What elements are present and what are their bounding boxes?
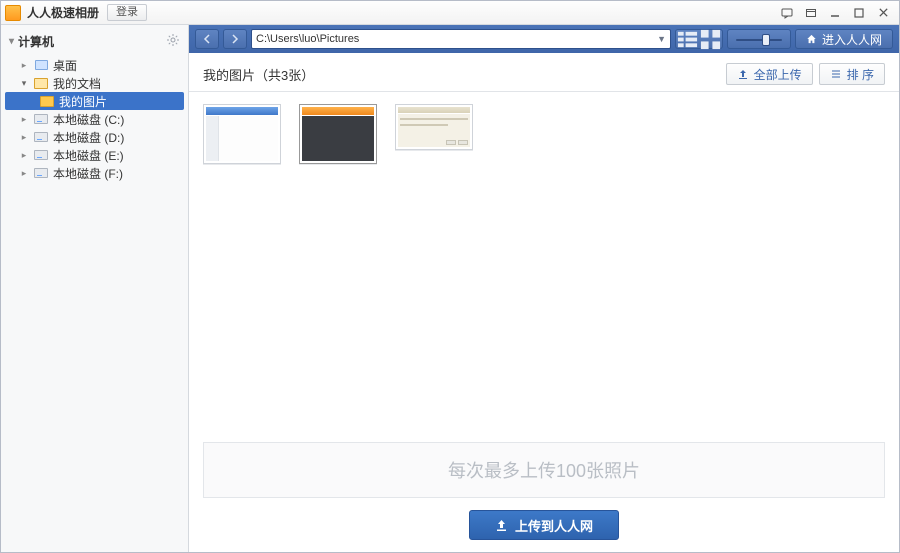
sidebar-item-drive-f[interactable]: ▸ 本地磁盘 (F:)	[1, 164, 188, 182]
sidebar-item-documents[interactable]: ▾ 我的文档	[1, 74, 188, 92]
close-button[interactable]	[871, 5, 895, 21]
address-dropdown-icon[interactable]: ▼	[657, 34, 666, 44]
sidebar-item-drive-e[interactable]: ▸ 本地磁盘 (E:)	[1, 146, 188, 164]
sidebar-item-pictures[interactable]: 我的图片	[5, 92, 184, 110]
titlebar: 人人极速相册 登录	[1, 1, 899, 25]
sidebar-item-label: 本地磁盘 (E:)	[53, 147, 124, 164]
app-icon	[5, 5, 21, 21]
address-path: C:\Users\luo\Pictures	[256, 33, 359, 45]
sidebar-item-drive-c[interactable]: ▸ 本地磁盘 (C:)	[1, 110, 188, 128]
drive-icon	[33, 130, 49, 144]
pictures-folder-icon	[39, 94, 55, 108]
thumbnails-area	[189, 92, 899, 432]
thumbnail-item[interactable]	[395, 104, 473, 150]
sidebar-item-label: 我的图片	[59, 93, 107, 110]
dropzone-hint: 每次最多上传100张照片	[448, 457, 640, 483]
upload-all-button[interactable]: 全部上传	[726, 63, 813, 85]
view-grid-button[interactable]	[699, 29, 723, 49]
sidebar-title: 计算机	[18, 33, 54, 50]
enter-site-button[interactable]: 进入人人网	[795, 29, 893, 49]
compact-icon[interactable]	[799, 5, 823, 21]
minimize-button[interactable]	[823, 5, 847, 21]
upload-button[interactable]: 上传到人人网	[469, 510, 619, 540]
drive-icon	[33, 166, 49, 180]
app-title: 人人极速相册	[27, 4, 99, 21]
thumbnail-item[interactable]	[203, 104, 281, 164]
maximize-button[interactable]	[847, 5, 871, 21]
sort-label: 排 序	[847, 66, 874, 83]
upload-all-label: 全部上传	[754, 66, 802, 83]
feedback-icon[interactable]	[775, 5, 799, 21]
sidebar-item-label: 桌面	[53, 57, 77, 74]
upload-icon	[737, 68, 749, 80]
drive-icon	[33, 112, 49, 126]
slider-knob[interactable]	[762, 34, 770, 46]
sidebar-item-drive-d[interactable]: ▸ 本地磁盘 (D:)	[1, 128, 188, 146]
sidebar-item-desktop[interactable]: ▸ 桌面	[1, 56, 188, 74]
sort-icon	[830, 68, 842, 80]
home-icon	[806, 34, 817, 44]
thumbnail-size-slider[interactable]	[727, 29, 791, 49]
address-bar[interactable]: C:\Users\luo\Pictures ▼	[251, 29, 671, 49]
sidebar-header: ▾ 计算机	[1, 31, 188, 56]
nav-back-button[interactable]	[195, 29, 219, 49]
view-mode-group	[675, 29, 723, 49]
content-title: 我的图片（共3张）	[203, 65, 314, 84]
sidebar-item-label: 本地磁盘 (C:)	[53, 111, 124, 128]
dropzone[interactable]: 每次最多上传100张照片	[203, 442, 885, 498]
view-list-button[interactable]	[675, 29, 699, 49]
login-button[interactable]: 登录	[107, 4, 147, 21]
sidebar: ▾ 计算机 ▸ 桌面 ▾ 我的文档 我的图片 ▸	[1, 25, 189, 552]
sidebar-item-label: 我的文档	[53, 75, 101, 92]
sort-button[interactable]: 排 序	[819, 63, 885, 85]
sidebar-item-label: 本地磁盘 (F:)	[53, 165, 123, 182]
main-pane: C:\Users\luo\Pictures ▼ 进入人人网 我的图片（共3	[189, 25, 899, 552]
folder-icon	[33, 76, 49, 90]
gear-icon[interactable]	[166, 33, 180, 50]
desktop-icon	[33, 58, 49, 72]
upload-button-label: 上传到人人网	[515, 516, 593, 535]
content-header: 我的图片（共3张） 全部上传 排 序	[189, 53, 899, 92]
enter-site-label: 进入人人网	[822, 31, 882, 48]
bottom-panel: 每次最多上传100张照片 上传到人人网	[189, 432, 899, 552]
drive-icon	[33, 148, 49, 162]
toolbar: C:\Users\luo\Pictures ▼ 进入人人网	[189, 25, 899, 53]
thumbnail-item[interactable]	[299, 104, 377, 164]
sidebar-item-label: 本地磁盘 (D:)	[53, 129, 124, 146]
upload-icon	[495, 519, 508, 532]
nav-forward-button[interactable]	[223, 29, 247, 49]
